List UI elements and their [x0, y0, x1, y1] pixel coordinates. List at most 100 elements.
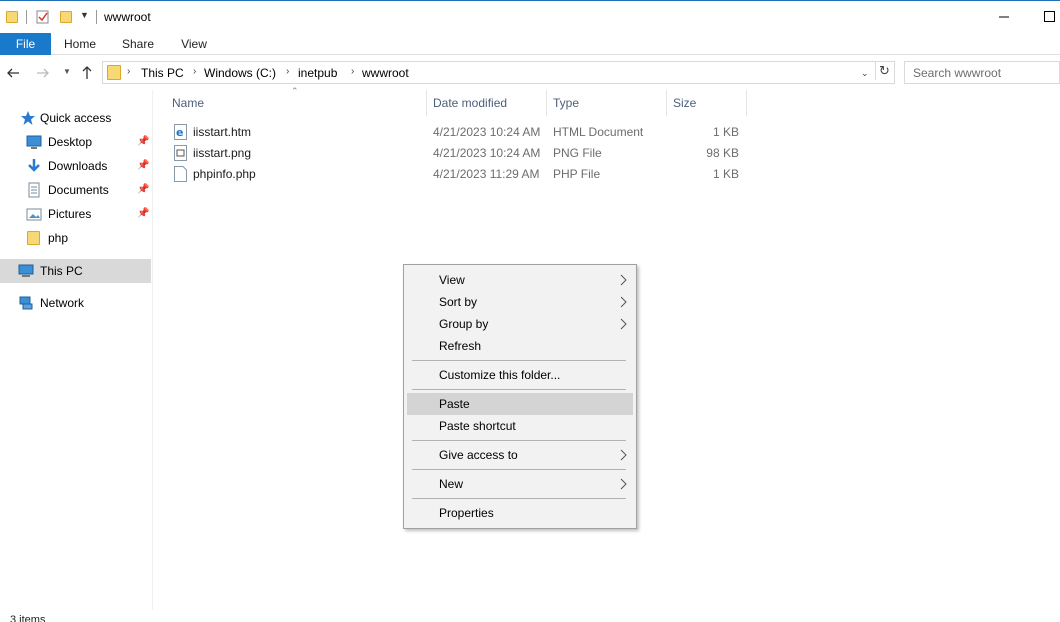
maximize-button[interactable]	[1040, 7, 1060, 27]
status-item-count: 3 items	[10, 614, 46, 622]
recent-locations-icon[interactable]: ▼	[63, 67, 71, 76]
file-date: 4/21/2023 10:24 AM	[433, 146, 541, 160]
pin-icon[interactable]: 📌	[137, 155, 149, 177]
file-date: 4/21/2023 10:24 AM	[433, 125, 541, 139]
column-header-size[interactable]: Size	[673, 90, 743, 116]
pin-icon[interactable]: 📌	[137, 179, 149, 201]
nav-item-desktop[interactable]: Desktop 📌	[26, 131, 150, 153]
nav-network-label: Network	[40, 296, 85, 310]
nav-this-pc[interactable]: This PC	[18, 260, 148, 282]
file-type: PHP File	[553, 167, 601, 181]
tab-home[interactable]: Home	[58, 33, 102, 55]
breadcrumb-arrow-icon[interactable]: ›	[193, 66, 196, 77]
menu-separator	[412, 498, 626, 499]
back-icon[interactable]	[6, 66, 20, 80]
nav-item-label: Pictures	[48, 207, 92, 221]
navigation-pane: Quick access Desktop 📌 Downloads 📌 Docum…	[0, 90, 153, 610]
documents-icon	[28, 182, 40, 198]
forward-icon[interactable]	[36, 66, 50, 80]
menu-item-paste-shortcut[interactable]: Paste shortcut	[407, 415, 633, 437]
folder-icon	[27, 231, 40, 245]
breadcrumb-arrow-icon[interactable]: ›	[127, 66, 130, 77]
breadcrumb-arrow-icon[interactable]: ›	[286, 66, 289, 77]
file-size: 1 KB	[712, 167, 739, 181]
menu-item-label: New	[439, 477, 464, 491]
pin-icon[interactable]: 📌	[137, 131, 149, 153]
menu-item-refresh[interactable]: Refresh	[407, 335, 633, 357]
menu-item-label: View	[439, 273, 465, 287]
context-menu: View Sort by Group by Refresh Customize …	[403, 264, 637, 529]
network-icon	[19, 296, 33, 310]
breadcrumb-windows-c[interactable]: Windows (C:)	[204, 66, 276, 80]
tab-share[interactable]: Share	[116, 33, 160, 55]
search-input[interactable]: Search wwwroot	[904, 61, 1060, 84]
menu-item-sort-by[interactable]: Sort by	[407, 291, 633, 313]
submenu-arrow-icon	[620, 449, 627, 461]
menu-separator	[412, 469, 626, 470]
file-size: 1 KB	[712, 125, 739, 139]
nav-item-label: php	[48, 231, 69, 245]
address-row: ▼ › This PC › Windows (C:) › inetpub › w…	[0, 60, 1060, 86]
properties-icon[interactable]	[36, 10, 50, 24]
file-type: PNG File	[553, 146, 602, 160]
nav-item-php[interactable]: php	[26, 227, 150, 249]
minimize-button[interactable]	[994, 7, 1014, 27]
nav-this-pc-label: This PC	[40, 264, 83, 278]
svg-text:e: e	[176, 126, 183, 139]
title-divider	[96, 10, 97, 24]
submenu-arrow-icon	[620, 274, 627, 286]
pictures-icon	[26, 208, 42, 221]
column-divider[interactable]	[426, 90, 427, 116]
column-header-date[interactable]: Date modified	[433, 90, 543, 116]
nav-item-label: Documents	[48, 183, 109, 197]
tab-file[interactable]: File	[0, 33, 51, 55]
menu-item-customize-folder[interactable]: Customize this folder...	[407, 364, 633, 386]
nav-item-downloads[interactable]: Downloads 📌	[26, 155, 150, 177]
menu-item-label: Refresh	[439, 339, 482, 353]
submenu-arrow-icon	[620, 296, 627, 308]
computer-icon	[18, 264, 34, 277]
star-icon	[21, 111, 35, 125]
nav-item-label: Desktop	[48, 135, 93, 149]
file-name[interactable]: iisstart.htm	[193, 122, 251, 142]
menu-item-label: Paste shortcut	[439, 419, 516, 433]
address-history-dropdown[interactable]: ⌄	[861, 68, 869, 79]
nav-network[interactable]: Network	[18, 292, 148, 314]
nav-item-pictures[interactable]: Pictures 📌	[26, 203, 150, 225]
menu-item-paste[interactable]: Paste	[407, 393, 633, 415]
menu-item-new[interactable]: New	[407, 473, 633, 495]
breadcrumb-wwwroot[interactable]: wwwroot	[362, 66, 409, 80]
file-size: 98 KB	[706, 146, 739, 160]
menu-item-group-by[interactable]: Group by	[407, 313, 633, 335]
file-type: HTML Document	[553, 125, 644, 139]
window-title: wwwroot	[104, 10, 151, 24]
file-name[interactable]: phpinfo.php	[193, 164, 256, 184]
column-divider[interactable]	[746, 90, 747, 116]
breadcrumb-this-pc[interactable]: This PC	[141, 66, 184, 80]
refresh-icon[interactable]: ↻	[875, 62, 893, 80]
nav-item-documents[interactable]: Documents 📌	[26, 179, 150, 201]
customize-toolbar-icon[interactable]: ▼	[80, 10, 89, 20]
column-divider[interactable]	[666, 90, 667, 116]
address-bar[interactable]: › This PC › Windows (C:) › inetpub › www…	[102, 61, 895, 84]
title-divider	[26, 10, 27, 24]
file-name[interactable]: iisstart.png	[193, 143, 251, 163]
pin-icon[interactable]: 📌	[137, 203, 149, 225]
new-folder-icon[interactable]	[60, 11, 72, 23]
menu-separator	[412, 360, 626, 361]
up-icon[interactable]	[80, 65, 94, 80]
menu-item-view[interactable]: View	[407, 269, 633, 291]
submenu-arrow-icon	[620, 318, 627, 330]
column-header-type[interactable]: Type	[553, 90, 663, 116]
menu-item-label: Group by	[439, 317, 489, 331]
breadcrumb-inetpub[interactable]: inetpub	[298, 66, 337, 80]
menu-item-label: Sort by	[439, 295, 478, 309]
menu-item-give-access[interactable]: Give access to	[407, 444, 633, 466]
column-divider[interactable]	[546, 90, 547, 116]
breadcrumb-arrow-icon[interactable]: ›	[351, 66, 354, 77]
tab-view[interactable]: View	[174, 33, 214, 55]
nav-quick-access[interactable]: Quick access	[20, 107, 150, 129]
menu-separator	[412, 389, 626, 390]
sort-ascending-icon: ⌃	[291, 86, 299, 96]
menu-item-properties[interactable]: Properties	[407, 502, 633, 524]
